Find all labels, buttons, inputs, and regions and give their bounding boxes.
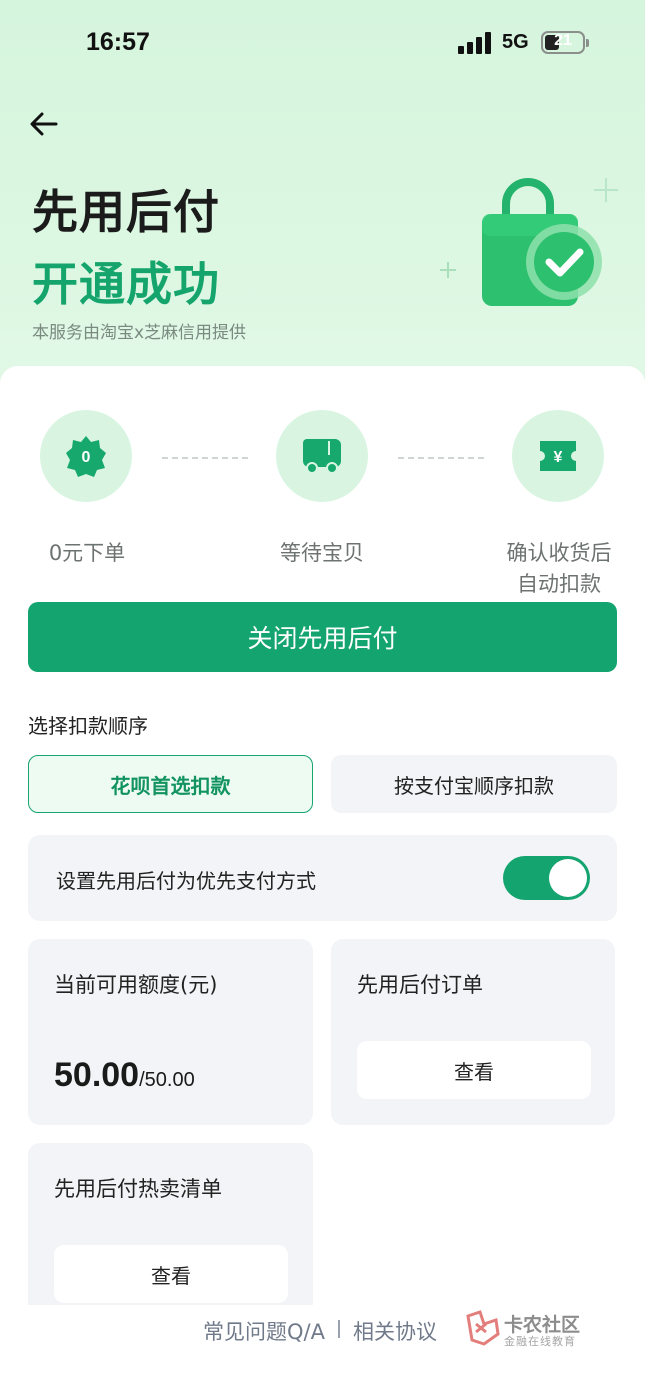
orders-title: 先用后付订单 (357, 973, 483, 997)
orders-tile: 先用后付订单 查看 (331, 939, 615, 1125)
step-circle: 0 (40, 410, 132, 502)
step-label-multiline: 确认收货后 自动扣款 (492, 538, 626, 600)
toggle-knob (549, 859, 587, 897)
step-label-line: 确认收货后 (506, 541, 612, 565)
option-alipay-order[interactable]: 按支付宝顺序扣款 (331, 755, 617, 813)
step-waiting (276, 410, 368, 502)
step-label: 0元下单 (48, 541, 126, 565)
close-pay-later-button[interactable]: 关闭先用后付 (28, 602, 617, 672)
battery-icon: 21 (541, 31, 589, 54)
preferred-payment-toggle[interactable] (503, 856, 590, 900)
yuan-badge-text: ¥ (554, 449, 563, 466)
deduction-order-label: 选择扣款顺序 (28, 714, 148, 738)
view-orders-button[interactable]: 查看 (357, 1041, 591, 1099)
view-hot-list-button[interactable]: 查看 (54, 1245, 288, 1303)
back-arrow-icon[interactable] (28, 108, 60, 140)
watermark-sub: 金融在线教育 (504, 1335, 576, 1348)
zero-badge-text: 0 (82, 449, 91, 466)
step-label-line: 自动扣款 (517, 572, 601, 596)
agreement-link[interactable]: 相关协议 (353, 1316, 437, 1346)
success-title: 开通成功 (32, 257, 220, 311)
step-divider (162, 457, 248, 459)
quota-total: /50.00 (139, 1069, 195, 1091)
footer-divider (338, 1320, 340, 1338)
provider-note: 本服务由淘宝x芝麻信用提供 (32, 323, 247, 343)
quota-title: 当前可用额度(元) (54, 973, 218, 997)
watermark-logo-icon (466, 1310, 500, 1346)
shopping-bag-check-icon (440, 178, 618, 306)
signal-icon (458, 32, 492, 54)
watermark: 卡农社区 金融在线教育 (464, 1308, 594, 1348)
hot-list-title: 先用后付热卖清单 (54, 1177, 222, 1201)
quota-tile: 当前可用额度(元) (28, 939, 313, 1125)
quota-value: 50.00/50.00 (54, 1056, 195, 1095)
step-circle (276, 410, 368, 502)
step-label: 等待宝贝 (280, 541, 364, 565)
battery-level: 21 (554, 32, 572, 49)
yuan-ticket-icon: ¥ (540, 441, 576, 471)
step-divider (398, 457, 484, 459)
faq-link[interactable]: 常见问题Q/A (203, 1316, 325, 1346)
preferred-payment-label: 设置先用后付为优先支付方式 (56, 869, 316, 893)
preferred-payment-row: 设置先用后付为优先支付方式 (28, 835, 617, 921)
step-auto-deduct: ¥ (512, 410, 604, 502)
truck-icon (303, 439, 341, 474)
status-time: 16:57 (86, 28, 150, 56)
option-huabei-first[interactable]: 花呗首选扣款 (28, 755, 313, 813)
status-bar: 16:57 5G 21 (0, 0, 645, 88)
network-type: 5G (502, 31, 529, 53)
quota-available: 50.00 (54, 1056, 140, 1094)
step-circle: ¥ (512, 410, 604, 502)
zero-badge-icon: 0 (66, 436, 106, 477)
page-title: 先用后付 (32, 185, 220, 239)
step-zero-order: 0 (40, 410, 132, 502)
